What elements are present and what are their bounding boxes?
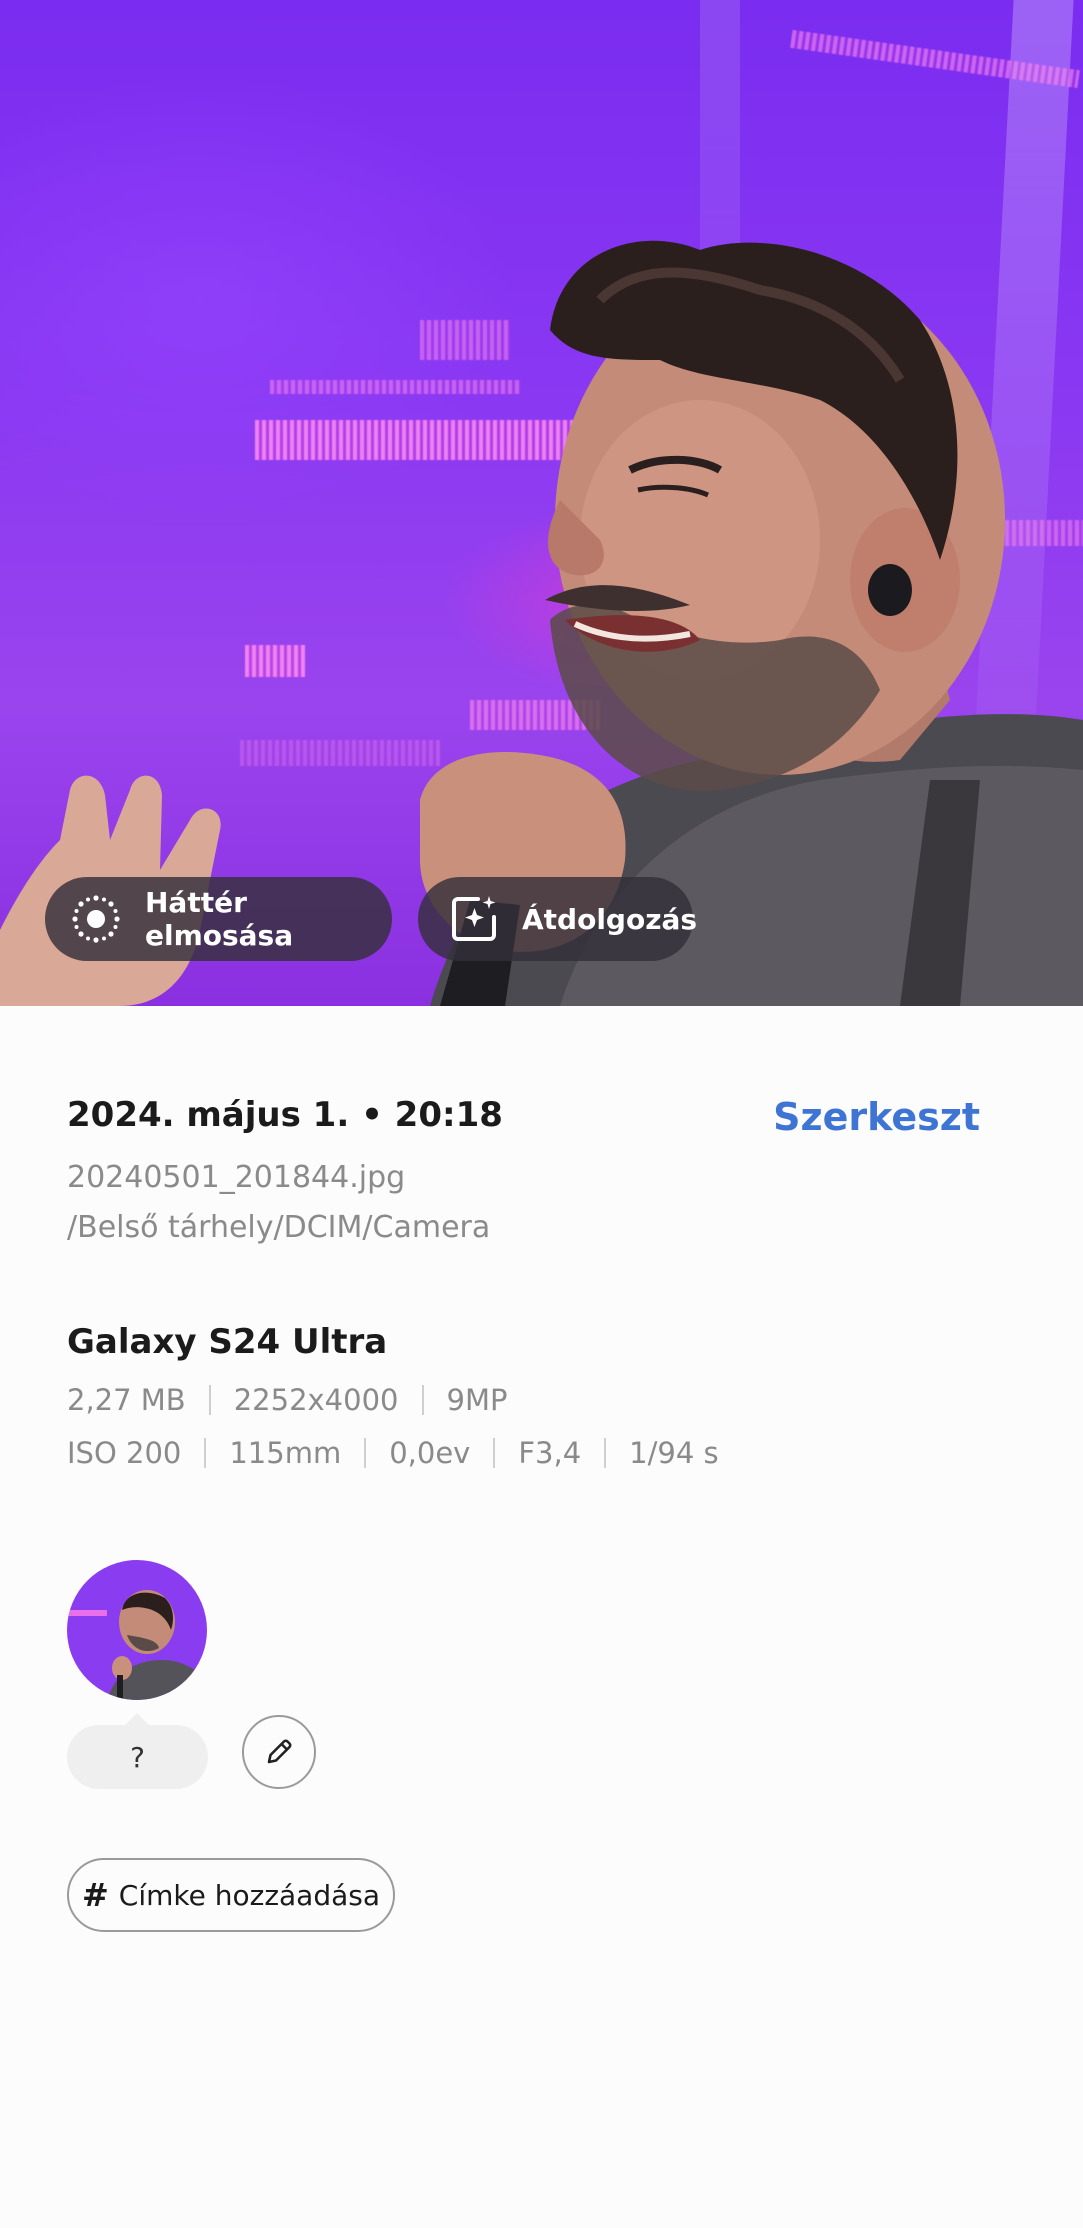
photo-viewer[interactable]: Háttér elmosása Átdolgozás xyxy=(0,0,1083,1006)
add-tag-label: Címke hozzáadása xyxy=(118,1878,381,1912)
file-specs-row: 2,27 MB 2252x4000 9MP xyxy=(67,1383,507,1417)
resolution: 2252x4000 xyxy=(233,1383,399,1417)
iso: ISO 200 xyxy=(67,1436,182,1470)
divider xyxy=(604,1438,607,1468)
sparkle-frame-icon xyxy=(448,893,500,945)
sunburst-icon xyxy=(71,894,121,944)
face-thumbnail[interactable] xyxy=(67,1560,207,1700)
blur-background-button[interactable]: Háttér elmosása xyxy=(45,877,392,961)
exposure-value: 0,0ev xyxy=(389,1436,471,1470)
pencil-icon xyxy=(261,1734,297,1770)
divider xyxy=(204,1438,207,1468)
unknown-person-label[interactable]: ? xyxy=(67,1713,208,1789)
divider xyxy=(208,1385,211,1415)
device-model: Galaxy S24 Ultra xyxy=(67,1322,388,1362)
singer-figure xyxy=(0,240,1083,1006)
focal-length: 115mm xyxy=(229,1436,342,1470)
hashtag-icon: # xyxy=(81,1876,109,1914)
megapixels: 9MP xyxy=(446,1383,508,1417)
edit-people-button[interactable] xyxy=(242,1715,316,1789)
edit-details-button[interactable]: Szerkeszt xyxy=(773,1095,980,1139)
blur-background-label: Háttér elmosása xyxy=(145,886,294,952)
divider xyxy=(364,1438,367,1468)
photo-date-time: 2024. május 1. • 20:18 xyxy=(67,1095,503,1135)
shutter-speed: 1/94 s xyxy=(629,1436,719,1470)
file-path: /Belső tárhely/DCIM/Camera xyxy=(67,1210,491,1245)
camera-specs-row: ISO 200 115mm 0,0ev F3,4 1/94 s xyxy=(67,1436,719,1470)
divider xyxy=(421,1385,424,1415)
file-name: 20240501_201844.jpg xyxy=(67,1160,406,1195)
add-tag-button[interactable]: # Címke hozzáadása xyxy=(67,1858,395,1932)
remaster-button[interactable]: Átdolgozás xyxy=(418,877,697,961)
divider xyxy=(493,1438,496,1468)
file-size: 2,27 MB xyxy=(67,1383,186,1417)
remaster-label: Átdolgozás xyxy=(522,902,698,936)
aperture: F3,4 xyxy=(518,1436,582,1470)
